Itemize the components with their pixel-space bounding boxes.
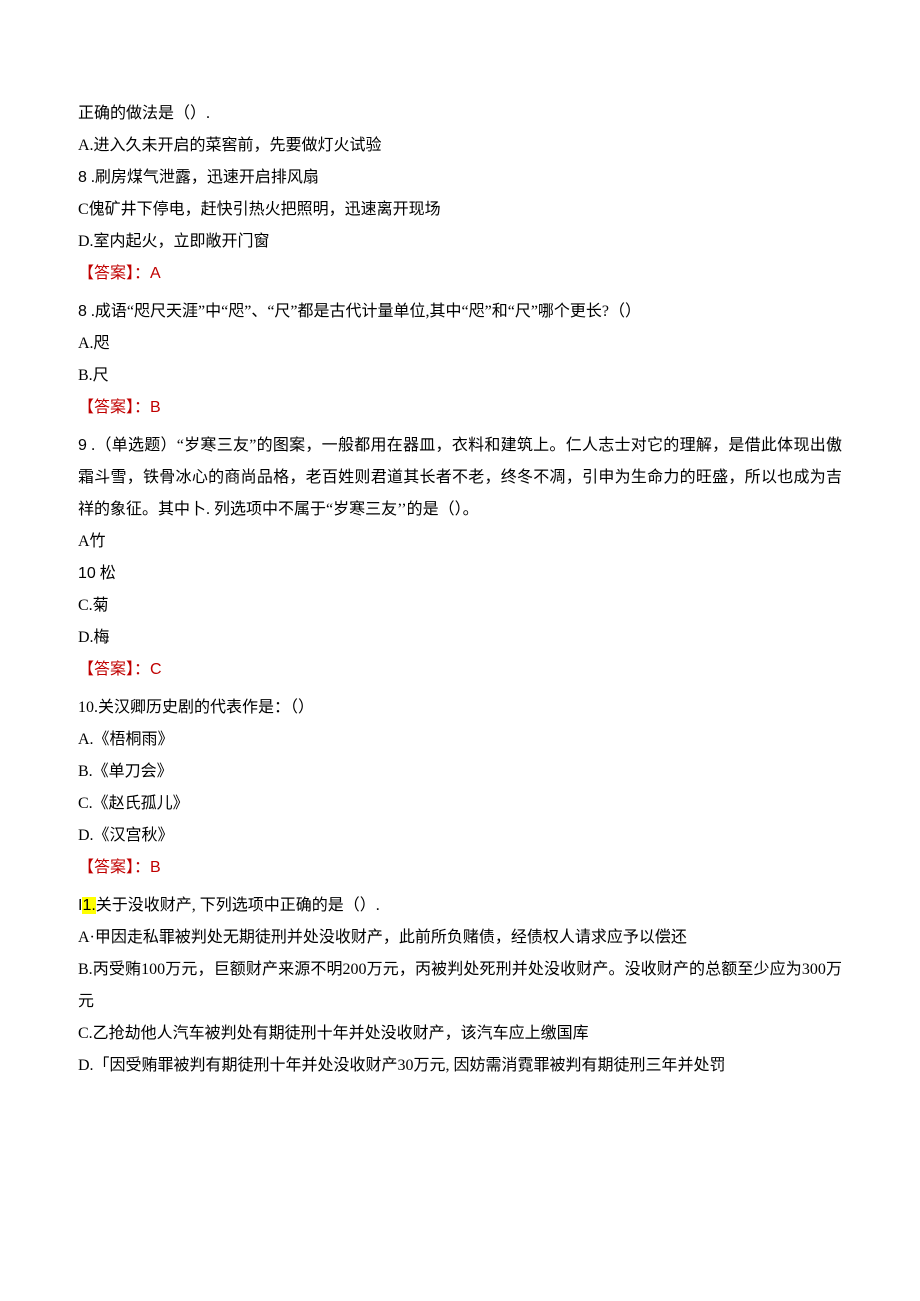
q7-stem: 正确的做法是（）. — [78, 98, 842, 130]
q9-option-b: 10 松 — [78, 558, 842, 590]
answer-value: C — [150, 661, 162, 678]
q11-num-highlight: 1. — [82, 897, 95, 914]
document-page: 正确的做法是（）. A.进入久未开启的菜窖前，先要做灯火试验 8 .刷房煤气泄露… — [0, 0, 920, 1301]
q11-option-b: B.丙受贿100万元，巨额财产来源不明200万元，丙被判处死刑并处没收财产。没收… — [78, 954, 842, 1018]
q8-stem-text: .成语“咫尺天涯”中“咫”、“尺”都是古代计量单位,其中“咫”和“尺”哪个更长?… — [87, 303, 641, 320]
q10-option-c: C.《赵氏孤儿》 — [78, 788, 842, 820]
answer-value: B — [150, 859, 161, 876]
q10-option-d: D.《汉宫秋》 — [78, 820, 842, 852]
q9-number: 9 — [78, 437, 87, 454]
answer-label: 【答案】： — [78, 399, 150, 416]
q8-answer: 【答案】：B — [78, 392, 842, 424]
q10-option-b: B.《单刀会》 — [78, 756, 842, 788]
q8-option-a: A.咫 — [78, 328, 842, 360]
q9-option-c: C.菊 — [78, 590, 842, 622]
q8-number: 8 — [78, 303, 87, 320]
q9-b-text: 松 — [96, 565, 116, 582]
q11-option-c: C.乙抢劫他人汽车被判处有期徒刑十年并处没收财产，该汽车应上缴国库 — [78, 1018, 842, 1050]
q9-stem-text: .（单选题）“岁寒三友”的图案，一般都用在器皿，衣料和建筑上。仁人志士对它的理解… — [78, 437, 842, 518]
q11-stem-text: 关于没收财产, 下列选项中正确的是（）. — [96, 897, 380, 914]
q7-b-number: 8 — [78, 169, 87, 186]
q9-answer: 【答案】：C — [78, 654, 842, 686]
q7-option-b: 8 .刷房煤气泄露，迅速开启排风扇 — [78, 162, 842, 194]
q8-option-b: B.尺 — [78, 360, 842, 392]
q8-stem: 8 .成语“咫尺天涯”中“咫”、“尺”都是古代计量单位,其中“咫”和“尺”哪个更… — [78, 296, 842, 328]
q7-b-text: .刷房煤气泄露，迅速开启排风扇 — [87, 169, 319, 186]
answer-label: 【答案】： — [78, 859, 150, 876]
q10-answer: 【答案】：B — [78, 852, 842, 884]
q7-option-d: D.室内起火，立即敞开门窗 — [78, 226, 842, 258]
q9-option-d: D.梅 — [78, 622, 842, 654]
answer-label: 【答案】： — [78, 265, 150, 282]
q10-option-a: A.《梧桐雨》 — [78, 724, 842, 756]
answer-value: A — [150, 265, 161, 282]
q7-option-c: C傀矿井下停电，赶快引热火把照明，迅速离开现场 — [78, 194, 842, 226]
q11-stem: I1.关于没收财产, 下列选项中正确的是（）. — [78, 890, 842, 922]
q7-answer: 【答案】：A — [78, 258, 842, 290]
q7-option-a: A.进入久未开启的菜窖前，先要做灯火试验 — [78, 130, 842, 162]
q10-stem: 10.关汉卿历史剧的代表作是：（） — [78, 692, 842, 724]
q11-option-d: D.「因受贿罪被判有期徒刑十年并处没收财产30万元, 因妨需消霓罪被判有期徒刑三… — [78, 1050, 842, 1082]
answer-value: B — [150, 399, 161, 416]
q9-stem: 9 .（单选题）“岁寒三友”的图案，一般都用在器皿，衣料和建筑上。仁人志士对它的… — [78, 430, 842, 526]
q9-b-number: 10 — [78, 565, 96, 582]
q9-option-a: A竹 — [78, 526, 842, 558]
q11-option-a: A·甲因走私罪被判处无期徒刑并处没收财产，此前所负赌债，经债权人请求应予以偿还 — [78, 922, 842, 954]
answer-label: 【答案】： — [78, 661, 150, 678]
